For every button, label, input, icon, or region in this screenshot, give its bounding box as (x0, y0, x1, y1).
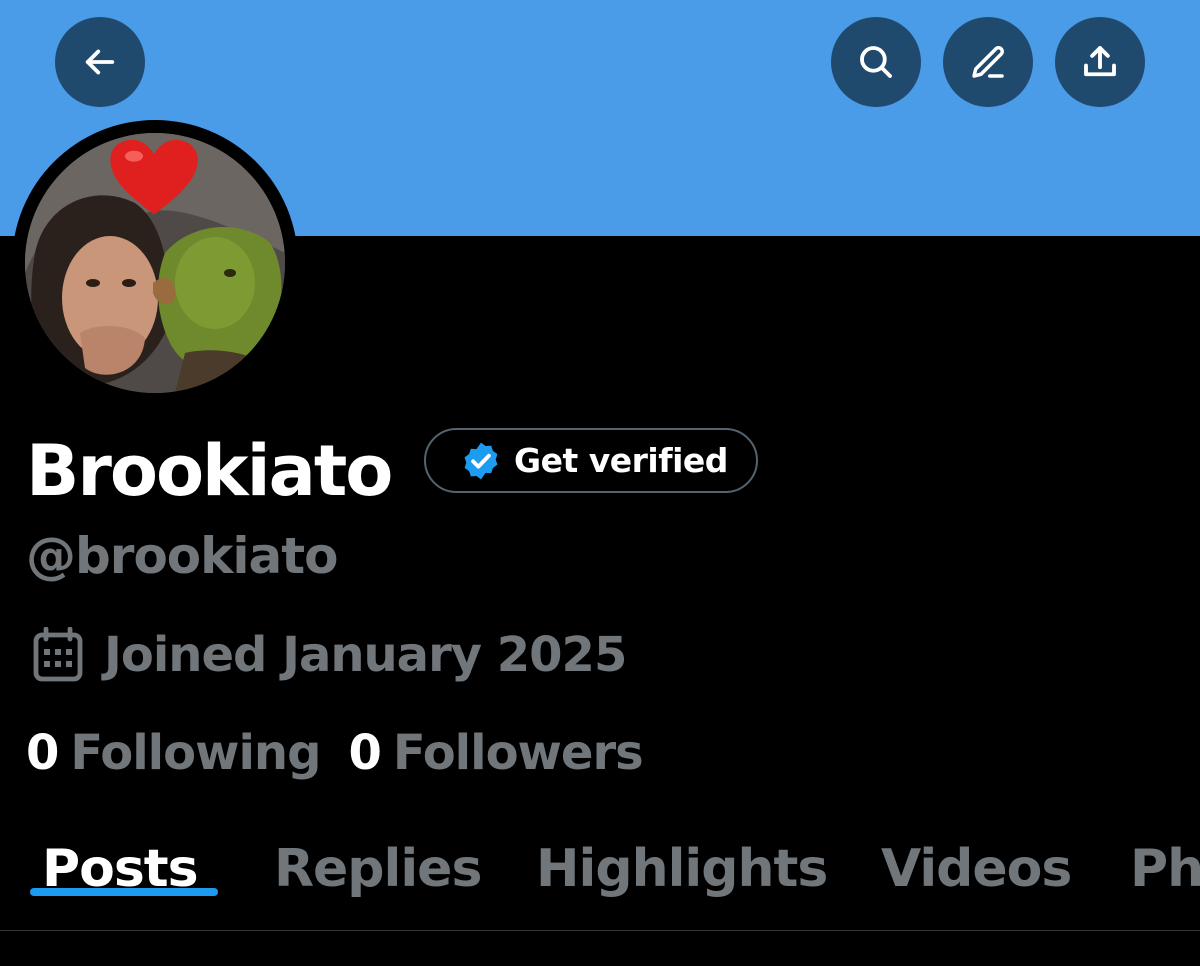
followers-count: 0 (348, 725, 381, 781)
verified-badge-icon (464, 442, 498, 479)
joined-date: Joined January 2025 (32, 627, 627, 683)
follow-stats: 0 Following 0 Followers (26, 725, 671, 781)
get-verified-button[interactable]: Get verified (424, 428, 758, 493)
heart-emoji-icon (110, 139, 198, 215)
username-handle: @brookiato (26, 527, 339, 585)
followers-label: Followers (392, 725, 644, 781)
tab-highlights[interactable]: Highlights (536, 839, 828, 899)
display-name: Brookiato (26, 430, 393, 512)
joined-text: Joined January 2025 (104, 627, 627, 683)
tabs-divider (0, 930, 1200, 931)
tab-replies[interactable]: Replies (274, 839, 482, 899)
followers-link[interactable]: 0 Followers (348, 725, 644, 781)
pencil-icon (972, 46, 1004, 78)
following-count: 0 (26, 725, 59, 781)
search-icon (860, 46, 892, 78)
get-verified-label: Get verified (514, 441, 728, 480)
tab-photos[interactable]: Ph (1130, 839, 1200, 899)
profile-tabs: Posts Replies Highlights Videos Ph (0, 833, 1200, 933)
calendar-icon (33, 627, 83, 682)
arrow-left-icon (85, 49, 115, 75)
active-tab-indicator (30, 888, 218, 896)
edit-profile-button[interactable] (943, 17, 1033, 107)
tab-videos[interactable]: Videos (881, 839, 1072, 899)
following-label: Following (70, 725, 321, 781)
search-button[interactable] (831, 17, 921, 107)
following-link[interactable]: 0 Following (26, 725, 321, 781)
share-button[interactable] (1055, 17, 1145, 107)
back-button[interactable] (55, 17, 145, 107)
share-upload-icon (1084, 46, 1116, 77)
